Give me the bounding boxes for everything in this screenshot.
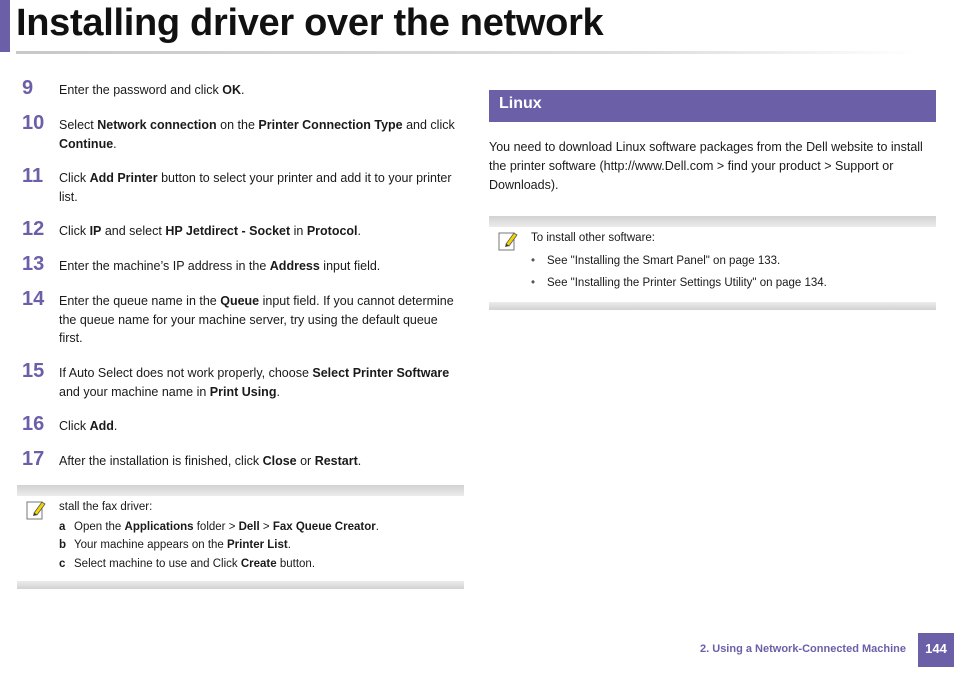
step-text: Enter the queue name in the Queue input … xyxy=(59,294,454,345)
note-bottom-bar xyxy=(489,302,936,310)
fax-note-intro: stall the fax driver: xyxy=(59,501,153,513)
other-software-note: To install other software: • See "Install… xyxy=(489,216,936,310)
section-heading: Linux xyxy=(499,95,542,112)
step-text: Select Network connection on the Printer… xyxy=(59,118,455,151)
item-letter: a xyxy=(59,521,66,533)
step-text: After the installation is finished, clic… xyxy=(59,454,362,468)
item-letter: b xyxy=(59,539,67,551)
bullet-dot: • xyxy=(531,255,536,267)
other-note-intro: To install other software: xyxy=(531,232,656,244)
item-letter: c xyxy=(59,558,66,570)
footer-chapter-label: 2. Using a Network-Connected Machine xyxy=(700,643,906,655)
step-text: Enter the password and click OK. xyxy=(59,83,245,97)
fax-note-item-c: c Select machine to use and Click Create … xyxy=(59,556,315,572)
page-title: Installing driver over the network xyxy=(16,2,604,44)
bullet-text: See "Installing the Smart Panel" on page… xyxy=(547,255,781,267)
step-number: 15 xyxy=(22,360,45,382)
note-top-bar xyxy=(489,216,936,227)
step-number: 11 xyxy=(22,165,44,187)
step-text: Click IP and select HP Jetdirect - Socke… xyxy=(59,224,362,238)
title-divider xyxy=(16,51,918,54)
step-number: 16 xyxy=(22,413,45,435)
item-text: Select machine to use and Click Create b… xyxy=(74,558,316,570)
step-text: Enter the machine’s IP address in the Ad… xyxy=(59,259,381,273)
linux-section-header: Linux xyxy=(489,90,936,122)
linux-paragraph: You need to download Linux software pack… xyxy=(489,140,923,192)
item-text: Your machine appears on the Printer List… xyxy=(74,539,291,551)
other-note-bullet-1: • See "Installing the Smart Panel" on pag… xyxy=(531,253,780,269)
step-number: 12 xyxy=(22,218,45,240)
step-number: 14 xyxy=(22,288,45,310)
step-number: 9 xyxy=(22,77,34,99)
step-number: 17 xyxy=(22,448,45,470)
page-number-badge: 144 xyxy=(918,633,954,667)
step-number: 10 xyxy=(22,112,45,134)
fax-note-item-a: a Open the Applications folder > Dell > F… xyxy=(59,519,379,535)
bullet-dot: • xyxy=(531,277,536,289)
step-number: 13 xyxy=(22,253,45,275)
title-accent-bar xyxy=(0,0,10,52)
fax-driver-note: stall the fax driver: a Open the Applicat… xyxy=(17,485,464,589)
note-pencil-icon xyxy=(498,232,518,251)
step-text: Click Add. xyxy=(59,419,118,433)
note-pencil-icon xyxy=(26,501,46,520)
item-text: Open the Applications folder > Dell > Fa… xyxy=(74,521,379,533)
note-top-bar xyxy=(17,485,464,496)
other-note-bullet-2: • See "Installing the Printer Settings Ut… xyxy=(531,275,827,291)
note-bottom-bar xyxy=(17,581,464,589)
fax-note-item-b: b Your machine appears on the Printer Lis… xyxy=(59,537,291,553)
bullet-text: See "Installing the Printer Settings Uti… xyxy=(547,277,827,289)
step-text: Click Add Printer button to select your … xyxy=(59,171,452,204)
step-text: If Auto Select does not work properly, c… xyxy=(59,366,450,399)
